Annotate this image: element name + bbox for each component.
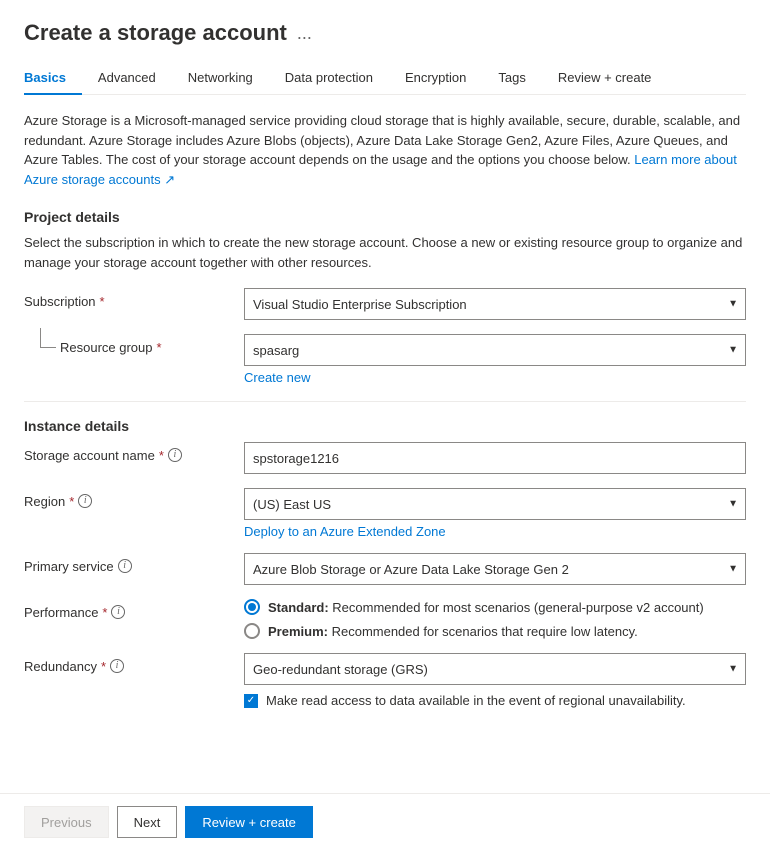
redundancy-required: * — [101, 659, 106, 674]
redundancy-select-wrapper: Geo-redundant storage (GRS) ▼ — [244, 653, 746, 685]
performance-premium-option[interactable]: Premium: Recommended for scenarios that … — [244, 623, 746, 639]
subscription-required: * — [100, 294, 105, 309]
primary-service-label: Primary service — [24, 559, 114, 574]
resource-group-select[interactable]: spasarg — [244, 334, 746, 366]
tab-advanced[interactable]: Advanced — [82, 62, 172, 95]
bottom-bar: Previous Next Review + create — [0, 793, 770, 850]
page-header: Create a storage account ... — [24, 20, 746, 46]
subscription-label: Subscription — [24, 294, 96, 309]
region-required: * — [69, 494, 74, 509]
storage-name-input[interactable] — [244, 442, 746, 474]
region-control: (US) East US ▼ Deploy to an Azure Extend… — [244, 488, 746, 539]
redundancy-checkbox[interactable]: ✓ — [244, 694, 258, 708]
performance-standard-radio[interactable] — [244, 599, 260, 615]
create-new-link[interactable]: Create new — [244, 370, 310, 385]
redundancy-checkbox-row: ✓ Make read access to data available in … — [244, 693, 746, 708]
redundancy-control: Geo-redundant storage (GRS) ▼ ✓ Make rea… — [244, 653, 746, 708]
project-details-desc: Select the subscription in which to crea… — [24, 233, 746, 272]
performance-standard-option[interactable]: Standard: Recommended for most scenarios… — [244, 599, 746, 615]
redundancy-row: Redundancy * i Geo-redundant storage (GR… — [24, 653, 746, 708]
performance-radio-group: Standard: Recommended for most scenarios… — [244, 599, 746, 639]
resource-group-select-wrapper: spasarg ▼ — [244, 334, 746, 366]
tab-encryption[interactable]: Encryption — [389, 62, 482, 95]
storage-name-info-icon[interactable]: i — [168, 448, 182, 462]
performance-control: Standard: Recommended for most scenarios… — [244, 599, 746, 639]
region-label: Region — [24, 494, 65, 509]
subscription-select-wrapper: Visual Studio Enterprise Subscription ▼ — [244, 288, 746, 320]
instance-details-section: Instance details Storage account name * … — [24, 418, 746, 708]
primary-service-row: Primary service i Azure Blob Storage or … — [24, 553, 746, 585]
storage-name-control — [244, 442, 746, 474]
performance-premium-radio[interactable] — [244, 623, 260, 639]
performance-label: Performance — [24, 605, 98, 620]
primary-service-info-icon[interactable]: i — [118, 559, 132, 573]
tab-basics[interactable]: Basics — [24, 62, 82, 95]
region-select[interactable]: (US) East US — [244, 488, 746, 520]
resource-group-label: Resource group — [60, 340, 153, 355]
review-create-button[interactable]: Review + create — [185, 806, 313, 838]
page-title: Create a storage account — [24, 20, 287, 46]
tab-data-protection[interactable]: Data protection — [269, 62, 389, 95]
more-options-icon[interactable]: ... — [297, 23, 312, 44]
performance-info-icon[interactable]: i — [111, 605, 125, 619]
storage-name-required: * — [159, 448, 164, 463]
region-info-icon[interactable]: i — [78, 494, 92, 508]
project-details-section: Project details Select the subscription … — [24, 209, 746, 385]
instance-details-title: Instance details — [24, 418, 746, 434]
performance-row: Performance * i Standard: Recommended fo… — [24, 599, 746, 639]
section-divider — [24, 401, 746, 402]
storage-name-row: Storage account name * i — [24, 442, 746, 474]
region-select-wrapper: (US) East US ▼ — [244, 488, 746, 520]
redundancy-label: Redundancy — [24, 659, 97, 674]
primary-service-select[interactable]: Azure Blob Storage or Azure Data Lake St… — [244, 553, 746, 585]
storage-name-label: Storage account name — [24, 448, 155, 463]
project-details-title: Project details — [24, 209, 746, 225]
tab-bar: Basics Advanced Networking Data protecti… — [24, 62, 746, 95]
deploy-extended-zone-link[interactable]: Deploy to an Azure Extended Zone — [244, 524, 446, 539]
performance-required: * — [102, 605, 107, 620]
redundancy-checkbox-label: Make read access to data available in th… — [266, 693, 686, 708]
subscription-select[interactable]: Visual Studio Enterprise Subscription — [244, 288, 746, 320]
previous-button[interactable]: Previous — [24, 806, 109, 838]
redundancy-info-icon[interactable]: i — [110, 659, 124, 673]
redundancy-select[interactable]: Geo-redundant storage (GRS) — [244, 653, 746, 685]
description-text: Azure Storage is a Microsoft-managed ser… — [24, 111, 746, 189]
performance-standard-label: Standard: Recommended for most scenarios… — [268, 600, 704, 615]
subscription-control: Visual Studio Enterprise Subscription ▼ — [244, 288, 746, 320]
subscription-row: Subscription * Visual Studio Enterprise … — [24, 288, 746, 320]
primary-service-control: Azure Blob Storage or Azure Data Lake St… — [244, 553, 746, 585]
next-button[interactable]: Next — [117, 806, 178, 838]
resource-group-required: * — [157, 340, 162, 355]
tab-review-create[interactable]: Review + create — [542, 62, 668, 95]
checkbox-checkmark-icon: ✓ — [247, 696, 255, 706]
tab-networking[interactable]: Networking — [172, 62, 269, 95]
resource-group-control: spasarg ▼ Create new — [244, 334, 746, 385]
performance-premium-label: Premium: Recommended for scenarios that … — [268, 624, 638, 639]
tab-tags[interactable]: Tags — [482, 62, 541, 95]
primary-service-select-wrapper: Azure Blob Storage or Azure Data Lake St… — [244, 553, 746, 585]
region-row: Region * i (US) East US ▼ Deploy to an A… — [24, 488, 746, 539]
